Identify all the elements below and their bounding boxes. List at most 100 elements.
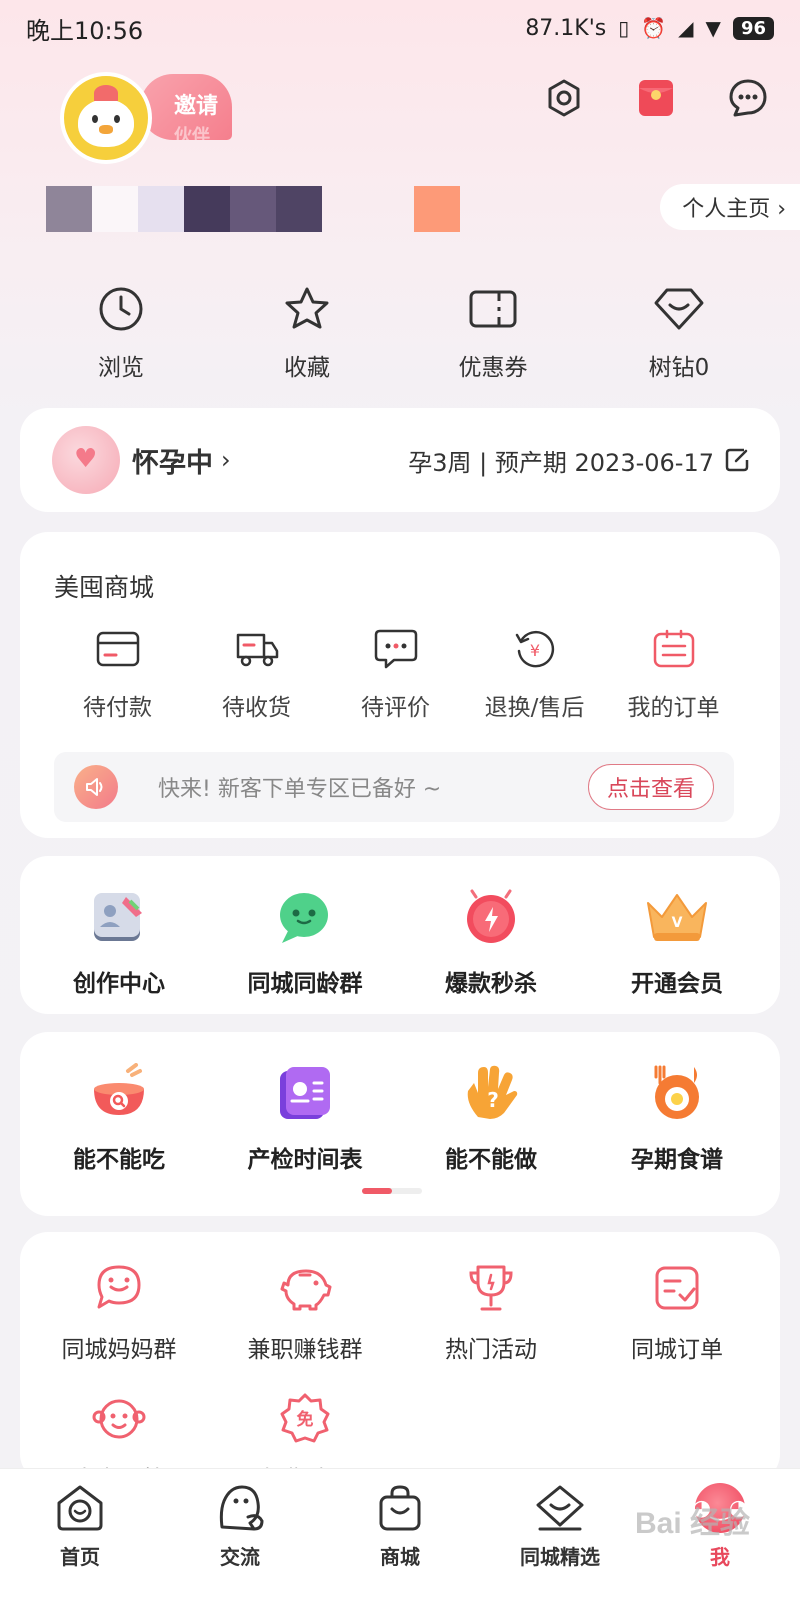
feature-hot-events[interactable]: 热门活动: [398, 1260, 584, 1364]
feature-label: 开通会员: [631, 971, 723, 997]
speaker-icon: [74, 765, 118, 809]
city-order-icon: [655, 1266, 699, 1310]
red-packet-button[interactable]: [634, 76, 678, 120]
chat-bubble-icon: [280, 893, 328, 943]
feature-card-community: 同城妈妈群 兼职赚钱群 热门活动 同城订单 米卡早教 免 免费试用: [20, 1232, 780, 1482]
creation-icon: [94, 893, 142, 941]
star-icon: [285, 287, 329, 329]
food-bowl-icon: [94, 1063, 144, 1115]
shopping-bag-icon: [379, 1485, 421, 1531]
feature-label: 爆款秒杀: [445, 971, 537, 997]
clock-icon: [99, 287, 143, 331]
svg-text:?: ?: [487, 1088, 499, 1112]
recipe-icon: [654, 1065, 699, 1119]
nav-city-select[interactable]: 同城精选: [485, 1481, 635, 1570]
quick-favorites[interactable]: 收藏: [214, 284, 400, 382]
feature-can-i-do[interactable]: ? 能不能做: [398, 1062, 584, 1174]
messages-button[interactable]: [726, 76, 770, 120]
feature-flash-sale[interactable]: 爆款秒杀: [398, 886, 584, 998]
my-orders[interactable]: 我的订单: [604, 626, 743, 722]
feature-label: 能不能吃: [73, 1147, 165, 1173]
order-pending-receipt[interactable]: 待收货: [187, 626, 326, 722]
page-indicator-active: [362, 1188, 392, 1194]
message-icon: [729, 79, 767, 117]
chick-avatar-icon: [78, 85, 134, 147]
nav-label: 商城: [380, 1545, 420, 1569]
quick-actions: 浏览 收藏 优惠券 树钻0: [0, 284, 800, 382]
feature-parttime-group[interactable]: 兼职赚钱群: [212, 1260, 398, 1364]
watermark: Bai 经验: [634, 1507, 750, 1540]
quick-history[interactable]: 浏览: [28, 284, 214, 382]
invite-sub-label: 伙伴: [174, 126, 210, 140]
mall-item-label: 待评价: [361, 695, 430, 721]
grid-label: 同城订单: [631, 1337, 723, 1363]
quick-diamonds[interactable]: 树钻0: [586, 284, 772, 382]
mom-group-icon: [97, 1265, 141, 1309]
battery-icon: 96: [732, 16, 774, 40]
mall-item-label: 待收货: [222, 695, 291, 721]
pregnancy-card[interactable]: 怀孕中 › 孕3周 | 预产期 2023-06-17: [20, 408, 780, 512]
trophy-icon: [469, 1265, 513, 1311]
svg-text:¥: ¥: [529, 641, 539, 660]
feature-membership[interactable]: V 开通会员: [584, 886, 770, 998]
order-pending-payment[interactable]: 待付款: [48, 626, 187, 722]
feature-label: 同城同龄群: [247, 971, 363, 997]
feature-pregnancy-recipes[interactable]: 孕期食谱: [584, 1062, 770, 1174]
feature-label: 能不能做: [445, 1147, 537, 1173]
nav-label: 交流: [220, 1545, 260, 1569]
schedule-icon: [280, 1067, 330, 1119]
home-icon: [57, 1485, 103, 1531]
status-time: 晚上10:56: [26, 16, 144, 45]
feature-label: 孕期食谱: [631, 1147, 723, 1173]
promo-view-button[interactable]: 点击查看: [587, 764, 714, 810]
profile-link[interactable]: 个人主页 ›: [660, 184, 800, 230]
feature-city-mom-group[interactable]: 同城妈妈群: [26, 1260, 212, 1364]
feature-city-orders[interactable]: 同城订单: [584, 1260, 770, 1364]
promo-text: 快来! 新客下单专区已备好 ~: [158, 777, 442, 802]
grid-label: 同城妈妈群: [61, 1337, 177, 1363]
ticket-icon: [469, 290, 517, 328]
feature-city-age-group[interactable]: 同城同龄群: [212, 886, 398, 998]
settings-button[interactable]: [542, 76, 586, 120]
feature-checkup-schedule[interactable]: 产检时间表: [212, 1062, 398, 1174]
page-indicator: [362, 1188, 422, 1194]
mall-title: 美囤商城: [54, 573, 155, 602]
heart-icon: [52, 426, 120, 494]
feature-card-tools: 能不能吃 产检时间表 ? 能不能做 孕期食谱: [20, 1032, 780, 1216]
free-badge-icon: 免: [280, 1393, 330, 1443]
nav-label: 我: [710, 1545, 730, 1569]
feature-can-i-eat[interactable]: 能不能吃: [26, 1062, 212, 1174]
signal-icon: ◢: [678, 16, 694, 40]
free-badge-text: 免: [297, 1409, 314, 1430]
status-bar: 晚上10:56 87.1K's ▯ ⏰ ◢ ▼ 96: [0, 0, 800, 56]
edit-button[interactable]: [724, 447, 750, 473]
comment-icon: [374, 629, 417, 669]
red-packet-icon: [639, 80, 673, 116]
truck-icon: [236, 633, 278, 667]
grid-label: 热门活动: [445, 1337, 537, 1363]
nav-community[interactable]: 交流: [165, 1481, 315, 1570]
mall-item-label: 我的订单: [627, 695, 720, 721]
edit-icon: [725, 448, 749, 472]
mall-item-label: 退换/售后: [484, 695, 585, 721]
quick-label: 收藏: [284, 355, 330, 381]
invite-button[interactable]: 邀请 伙伴: [140, 74, 232, 140]
community-icon: [219, 1485, 264, 1531]
order-refund[interactable]: ¥ 退换/售后: [465, 626, 604, 722]
quick-coupons[interactable]: 优惠券: [400, 284, 586, 382]
flash-sale-icon: [467, 889, 515, 943]
header-actions: [542, 76, 770, 120]
nav-home[interactable]: 首页: [5, 1481, 155, 1570]
avatar[interactable]: [60, 72, 152, 164]
gear-icon: [548, 79, 580, 117]
feature-card-primary: 创作中心 同城同龄群 爆款秒杀 V 开通会员: [20, 856, 780, 1014]
nav-label: 首页: [60, 1545, 100, 1569]
feature-creation-center[interactable]: 创作中心: [26, 886, 212, 998]
order-pending-review[interactable]: 待评价: [326, 626, 465, 722]
pregnancy-status: 怀孕中: [132, 447, 213, 479]
grid-label: 兼职赚钱群: [247, 1337, 363, 1363]
city-select-icon: [536, 1485, 584, 1531]
nav-mall[interactable]: 商城: [325, 1481, 475, 1570]
network-speed: 87.1K's: [525, 15, 607, 41]
mall-card: 美囤商城 待付款 待收货 待评价 ¥ 退换/售后 我的订单 快来! 新客下单专区…: [20, 532, 780, 838]
